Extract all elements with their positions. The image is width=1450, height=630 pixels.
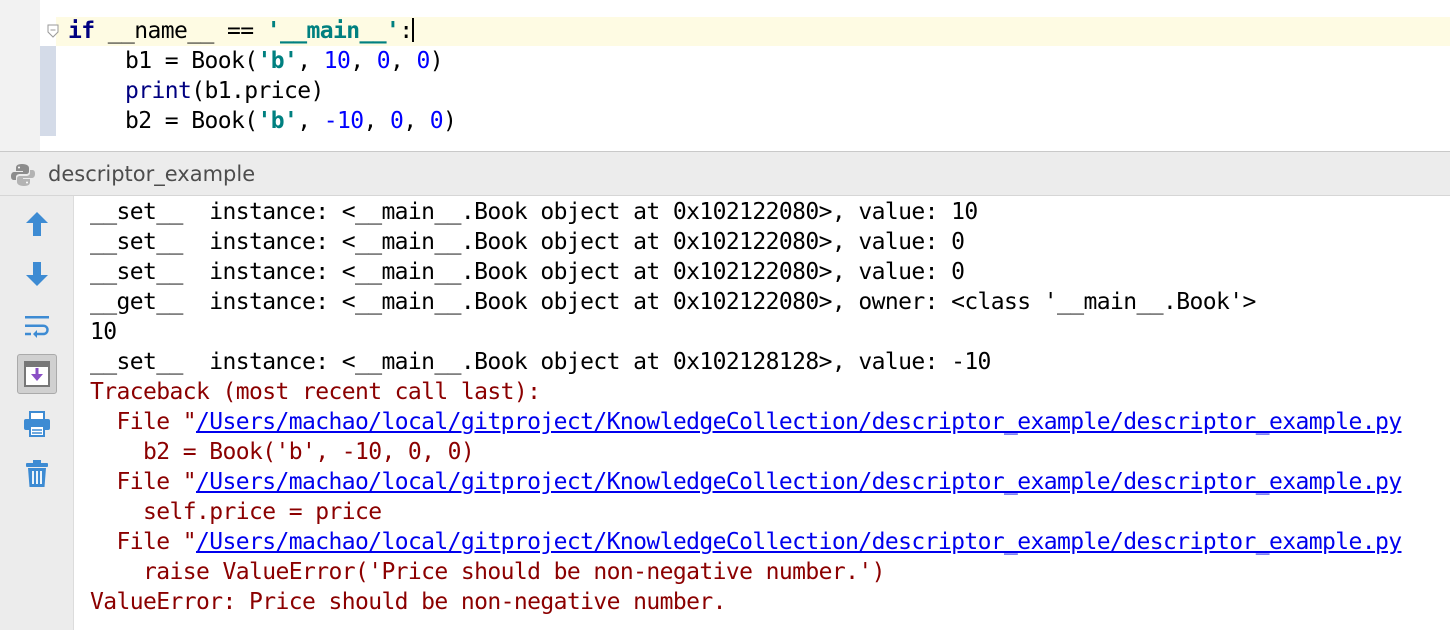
- console-line: 10: [90, 319, 117, 345]
- code-text: (b1.price): [191, 78, 324, 104]
- code-line-3[interactable]: print(b1.price): [125, 76, 324, 106]
- code-text: b1 = Book(: [125, 48, 258, 74]
- number-literal: 10: [323, 48, 351, 74]
- traceback-file-line: File "/Users/machao/local/gitproject/Kno…: [90, 527, 1402, 557]
- down-stack-frame-button[interactable]: [17, 254, 57, 294]
- code-text: ,: [350, 48, 377, 74]
- console-line: __get__ instance: <__main__.Book object …: [90, 289, 1256, 315]
- traceback-code-line: b2 = Book('b', -10, 0, 0): [90, 439, 475, 465]
- string-literal: 'b': [257, 48, 298, 74]
- fold-marker-icon[interactable]: [47, 24, 59, 38]
- python-icon: [11, 164, 35, 186]
- code-text: ,: [363, 108, 390, 134]
- code-text: ,: [389, 48, 417, 74]
- traceback-code-line: raise ValueError('Price should be non-ne…: [90, 559, 885, 585]
- keyword: if: [68, 18, 95, 44]
- run-panel-header: descriptor_example: [0, 151, 1450, 196]
- soft-wrap-button[interactable]: [17, 306, 57, 346]
- run-config-title[interactable]: descriptor_example: [48, 152, 255, 197]
- code-text: :: [399, 18, 413, 44]
- code-line-2[interactable]: b1 = Book('b', 10, 0, 0): [125, 46, 444, 76]
- console-line: __set__ instance: <__main__.Book object …: [90, 259, 965, 285]
- traceback-header: Traceback (most recent call last):: [90, 379, 541, 405]
- soft-wrap-icon: [25, 316, 49, 338]
- string-literal: 'b': [257, 108, 298, 134]
- text-cursor: [412, 18, 415, 42]
- up-stack-frame-button[interactable]: [17, 204, 57, 244]
- file-path-link[interactable]: /Users/machao/local/gitproject/Knowledge…: [196, 469, 1402, 495]
- traceback-code-line: self.price = price: [90, 499, 382, 525]
- console-line: __set__ instance: <__main__.Book object …: [90, 349, 991, 375]
- scroll-to-end-icon: [24, 361, 50, 387]
- arrow-down-icon: [26, 262, 48, 286]
- file-prefix: File ": [90, 529, 196, 555]
- number-literal: 0: [376, 48, 391, 74]
- builtin-function: print: [125, 78, 192, 104]
- code-text: ): [442, 108, 457, 134]
- arrow-up-icon: [26, 212, 48, 236]
- number-literal: 0: [389, 108, 404, 134]
- code-editor[interactable]: if __name__ == '__main__': b1 = Book('b'…: [0, 0, 1450, 151]
- number-literal: 0: [429, 108, 444, 134]
- console-output[interactable]: __set__ instance: <__main__.Book object …: [74, 196, 1450, 630]
- change-marker: [40, 46, 56, 136]
- editor-gutter: [0, 0, 40, 151]
- file-prefix: File ": [90, 469, 196, 495]
- file-path-link[interactable]: /Users/machao/local/gitproject/Knowledge…: [196, 409, 1402, 435]
- print-button[interactable]: [17, 404, 57, 444]
- number-literal: -10: [323, 108, 364, 134]
- code-line-1[interactable]: if __name__ == '__main__':: [68, 16, 415, 46]
- scroll-to-end-button[interactable]: [17, 354, 57, 394]
- file-prefix: File ": [90, 409, 196, 435]
- code-text: b2 = Book(: [125, 108, 258, 134]
- string-literal: '__main__': [266, 18, 400, 44]
- trash-icon: [26, 460, 48, 487]
- code-line-4[interactable]: b2 = Book('b', -10, 0, 0): [125, 106, 457, 136]
- number-literal: 0: [416, 48, 430, 74]
- code-text: __name__ ==: [94, 18, 267, 44]
- run-toolbar: [0, 196, 74, 630]
- code-text: ,: [403, 108, 430, 134]
- code-text: ,: [297, 48, 324, 74]
- file-path-link[interactable]: /Users/machao/local/gitproject/Knowledge…: [196, 529, 1402, 555]
- clear-all-button[interactable]: [17, 454, 57, 494]
- console-line: __set__ instance: <__main__.Book object …: [90, 229, 965, 255]
- code-text: ): [429, 48, 444, 74]
- error-message: ValueError: Price should be non-negative…: [90, 589, 726, 615]
- traceback-file-line: File "/Users/machao/local/gitproject/Kno…: [90, 467, 1402, 497]
- print-icon: [24, 411, 50, 437]
- traceback-file-line: File "/Users/machao/local/gitproject/Kno…: [90, 407, 1402, 437]
- console-line: __set__ instance: <__main__.Book object …: [90, 199, 978, 225]
- code-text: ,: [297, 108, 324, 134]
